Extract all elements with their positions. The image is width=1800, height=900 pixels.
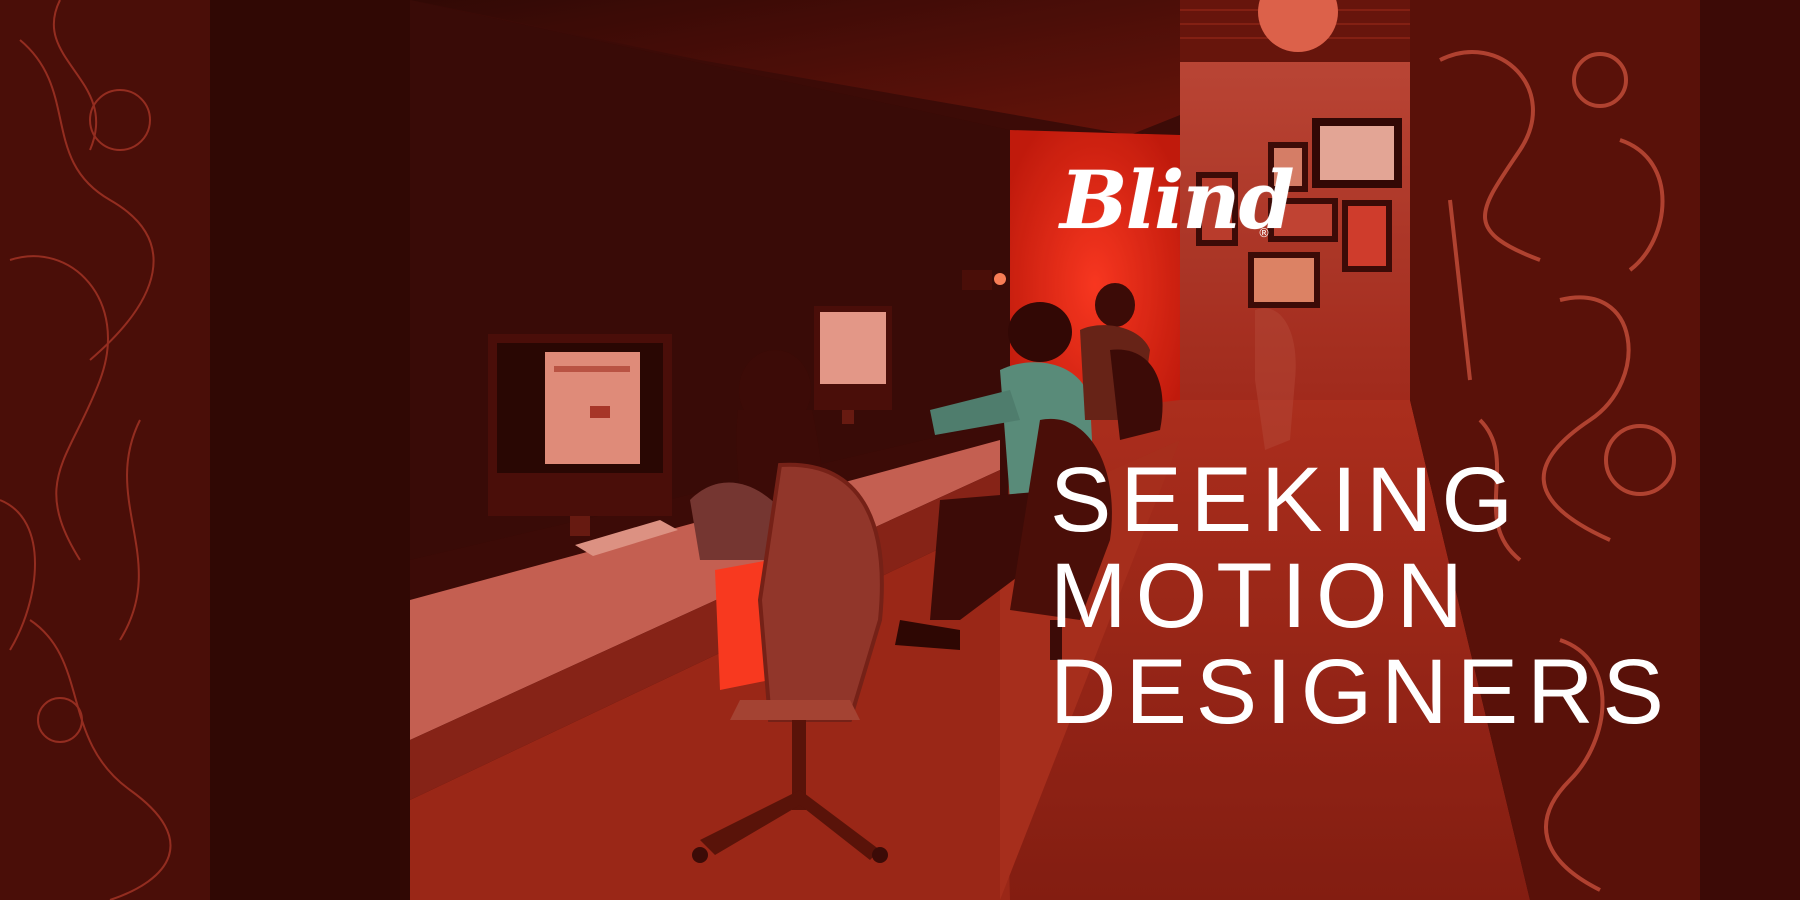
headline: SEEKING MOTION DESIGNERS (1050, 452, 1673, 740)
headline-line-1: SEEKING (1050, 449, 1523, 551)
headline-line-3: DESIGNERS (1050, 641, 1673, 743)
registered-mark-icon: ® (1258, 226, 1270, 240)
blind-logo: Blind ® (1060, 150, 1294, 250)
office-photo (0, 0, 1800, 900)
headline-line-2: MOTION (1050, 545, 1472, 647)
hero-banner: Blind ® SEEKING MOTION DESIGNERS (0, 0, 1800, 900)
